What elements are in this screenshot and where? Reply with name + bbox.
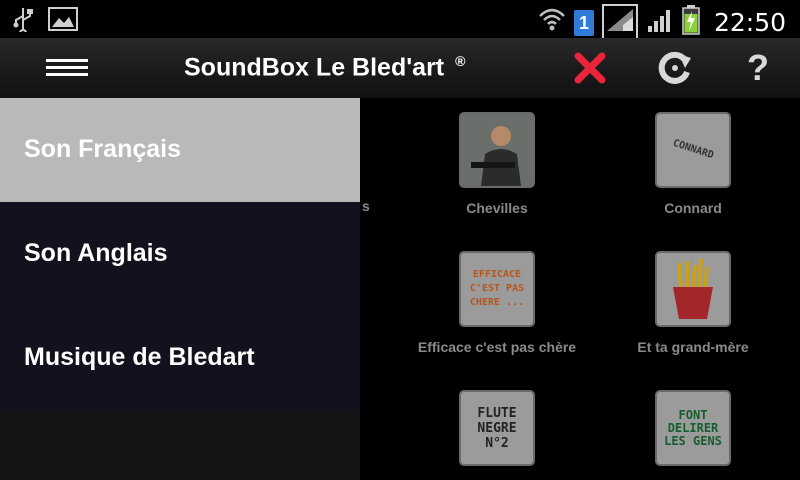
- sound-label: Et ta grand-mère: [637, 339, 749, 355]
- signal-icon: [646, 6, 674, 39]
- sound-item[interactable]: EFFICACE C'EST PAS CHERE ... Efficace c'…: [399, 251, 595, 355]
- partial-label: s: [362, 198, 370, 214]
- sound-item[interactable]: FLUTE NEGRE N°2: [399, 390, 595, 478]
- app-title: SoundBox Le Bled'art ®: [184, 53, 465, 82]
- registered-mark: ®: [455, 53, 466, 69]
- refresh-icon[interactable]: [655, 48, 695, 88]
- drawer-item-musique-de-bledart[interactable]: Musique de Bledart: [0, 306, 360, 410]
- drawer-item-son-anglais[interactable]: Son Anglais: [0, 202, 360, 306]
- svg-text:?: ?: [747, 48, 769, 88]
- sound-item[interactable]: CONNARD Connard: [595, 112, 791, 216]
- drawer-item-label: Musique de Bledart: [24, 343, 255, 371]
- action-bar: SoundBox Le Bled'art ® ?: [0, 38, 800, 99]
- sound-item[interactable]: FONT DELIRER LES GENS: [595, 390, 791, 478]
- sound-label: Chevilles: [466, 200, 528, 216]
- sound-thumbnail: [459, 112, 535, 188]
- navigation-drawer: Son Français Son Anglais Musique de Bled…: [0, 98, 360, 480]
- menu-icon[interactable]: [44, 54, 92, 82]
- sound-item[interactable]: Et ta grand-mère: [595, 251, 791, 355]
- sound-thumbnail: [655, 251, 731, 327]
- app-title-text: SoundBox Le Bled'art: [184, 53, 445, 82]
- image-icon: [48, 7, 78, 36]
- sound-thumbnail: FLUTE NEGRE N°2: [459, 390, 535, 466]
- battery-charging-icon: [682, 5, 700, 40]
- signal-icon: [601, 4, 638, 41]
- sound-label: Efficace c'est pas chère: [417, 339, 577, 355]
- drawer-item-son-francais[interactable]: Son Français: [0, 98, 360, 202]
- wifi-icon: [538, 6, 566, 39]
- usb-icon: [12, 6, 34, 37]
- drawer-item-label: Son Anglais: [24, 239, 168, 267]
- sound-thumbnail: CONNARD: [655, 112, 731, 188]
- sim-icon: 1: [573, 9, 594, 36]
- clock: 22:50: [713, 8, 786, 37]
- help-icon[interactable]: ?: [738, 47, 778, 88]
- sound-label: Connard: [664, 200, 722, 216]
- sound-item[interactable]: Chevilles: [399, 112, 595, 216]
- status-bar: 1 22:50: [0, 0, 800, 41]
- sound-thumbnail: FONT DELIRER LES GENS: [655, 390, 731, 466]
- drawer-item-label: Son Français: [24, 135, 181, 163]
- drawer-footer: [0, 410, 360, 480]
- sound-thumbnail: EFFICACE C'EST PAS CHERE ...: [459, 251, 535, 327]
- close-icon[interactable]: [570, 48, 610, 88]
